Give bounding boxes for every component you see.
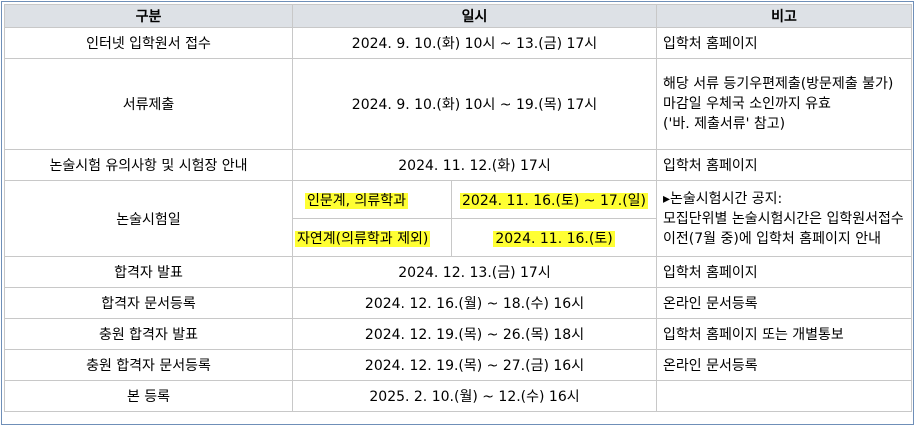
note-cell: 온라인 문서등록 — [656, 349, 913, 381]
note-cell: 해당 서류 등기우편제출(방문제출 불가) 마감일 우체국 소인까지 유효 ('… — [656, 58, 913, 150]
category-cell: 본 등록 — [4, 380, 293, 412]
table-row: 서류제출 2024. 9. 10.(화) 10시 ~ 19.(목) 17시 해당… — [4, 58, 913, 150]
category-cell: 서류제출 — [4, 58, 293, 150]
highlighted-text: 2024. 11. 16.(토) ~ 17.(일) — [460, 192, 649, 209]
category-cell: 인터넷 입학원서 접수 — [4, 27, 293, 59]
note-cell: 입학처 홈페이지 또는 개별통보 — [656, 318, 913, 350]
note-cell: 온라인 문서등록 — [656, 287, 913, 319]
table-row: 합격자 발표 2024. 12. 13.(금) 17시 입학처 홈페이지 — [4, 256, 913, 288]
sub-date-cell: 2024. 11. 16.(토) — [450, 218, 658, 257]
category-cell: 충원 합격자 문서등록 — [4, 349, 293, 381]
note-cell: ▸논술시험시간 공지: 모집단위별 논술시험시간은 입학원서접수 이전(7월 중… — [656, 180, 913, 257]
header-row: 구분 일시 비고 — [4, 4, 913, 28]
table-row: 논술시험일 인문계, 의류학과 2024. 11. 16.(토) ~ 17.(일… — [4, 180, 913, 257]
sub-group-cell: 자연계(의류학과 제외) — [292, 218, 452, 257]
table-row: 충원 합격자 발표 2024. 12. 19.(목) ~ 26.(목) 18시 … — [4, 318, 913, 350]
note-line: 마감일 우체국 소인까지 유효 — [663, 96, 831, 112]
date-cell: 2024. 12. 19.(목) ~ 27.(금) 16시 — [291, 349, 658, 381]
date-cell: 2024. 9. 10.(화) 10시 ~ 13.(금) 17시 — [291, 27, 658, 59]
note-cell: 입학처 홈페이지 — [656, 27, 913, 59]
date-cell: 2025. 2. 10.(월) ~ 12.(수) 16시 — [291, 380, 658, 412]
note-line: 모집단위별 논술시험시간은 입학원서접수 — [663, 210, 904, 227]
table-row: 충원 합격자 문서등록 2024. 12. 19.(목) ~ 27.(금) 16… — [4, 349, 913, 381]
note-line: 이전(7월 중)에 입학처 홈페이지 안내 — [663, 230, 881, 247]
category-cell: 충원 합격자 발표 — [4, 318, 293, 350]
table-row: 합격자 문서등록 2024. 12. 16.(월) ~ 18.(수) 16시 온… — [4, 287, 913, 319]
admission-schedule-table: 구분 일시 비고 인터넷 입학원서 접수 2024. 9. 10.(화) 10시… — [4, 4, 913, 412]
category-cell: 합격자 발표 — [4, 256, 293, 288]
category-cell: 논술시험일 — [4, 180, 293, 257]
table-row: 본 등록 2025. 2. 10.(월) ~ 12.(수) 16시 — [4, 380, 913, 412]
highlighted-text: 인문계, 의류학과 — [305, 192, 409, 209]
note-cell: 입학처 홈페이지 — [656, 149, 913, 181]
note-cell: 입학처 홈페이지 — [656, 256, 913, 288]
category-cell: 합격자 문서등록 — [4, 287, 293, 319]
date-cell: 2024. 9. 10.(화) 10시 ~ 19.(목) 17시 — [291, 58, 658, 150]
highlighted-text: 2024. 11. 16.(토) — [493, 230, 615, 247]
note-line: ▸논술시험시간 공지: — [663, 190, 783, 207]
note-cell — [656, 380, 913, 412]
highlighted-text: 자연계(의류학과 제외) — [295, 230, 431, 247]
header-date: 일시 — [291, 4, 658, 28]
sub-group-cell: 인문계, 의류학과 — [292, 180, 452, 219]
date-cell: 2024. 11. 12.(화) 17시 — [291, 149, 658, 181]
sub-date-cell: 2024. 11. 16.(토) ~ 17.(일) — [450, 180, 658, 219]
table-row: 인터넷 입학원서 접수 2024. 9. 10.(화) 10시 ~ 13.(금)… — [4, 27, 913, 59]
date-cell: 2024. 12. 19.(목) ~ 26.(목) 18시 — [291, 318, 658, 350]
header-category: 구분 — [4, 4, 293, 28]
category-cell: 논술시험 유의사항 및 시험장 안내 — [4, 149, 293, 181]
note-line: ('바. 제출서류' 참고) — [663, 116, 786, 132]
date-cell: 2024. 12. 13.(금) 17시 — [291, 256, 658, 288]
date-cell: 2024. 12. 16.(월) ~ 18.(수) 16시 — [291, 287, 658, 319]
note-line: 해당 서류 등기우편제출(방문제출 불가) — [663, 76, 894, 92]
header-note: 비고 — [656, 4, 913, 28]
table-row: 논술시험 유의사항 및 시험장 안내 2024. 11. 12.(화) 17시 … — [4, 149, 913, 181]
